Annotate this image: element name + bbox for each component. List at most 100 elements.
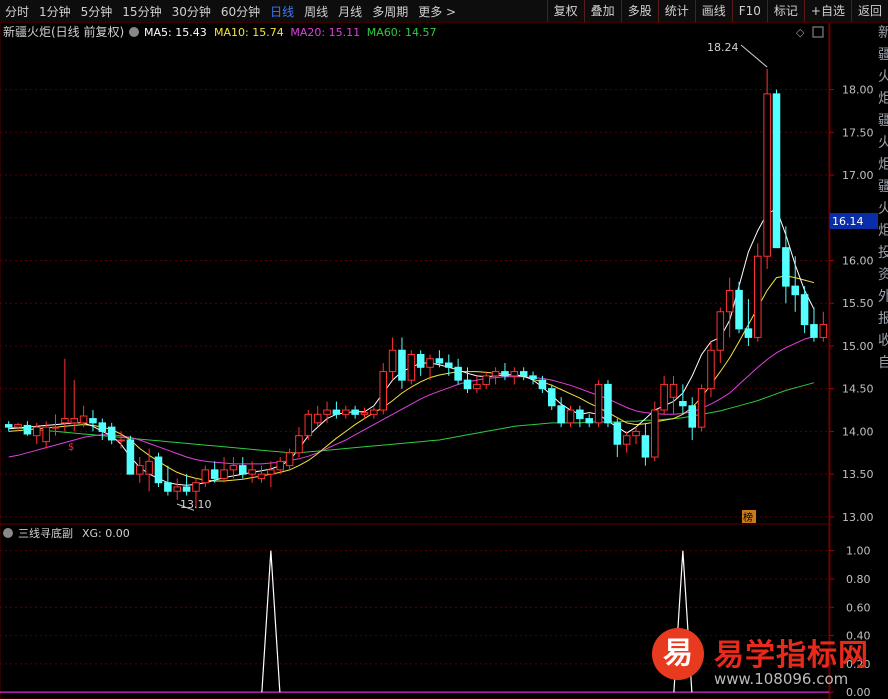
candle[interactable] bbox=[566, 409, 575, 424]
candle[interactable] bbox=[341, 409, 350, 415]
candle[interactable] bbox=[89, 418, 97, 424]
panel-toggle-icon[interactable] bbox=[812, 26, 824, 38]
candle[interactable] bbox=[173, 486, 182, 492]
candle[interactable] bbox=[725, 289, 734, 313]
candle[interactable] bbox=[276, 460, 285, 471]
candle[interactable] bbox=[744, 328, 753, 338]
candle[interactable] bbox=[547, 388, 556, 407]
candle[interactable] bbox=[267, 469, 275, 475]
candle[interactable] bbox=[323, 409, 331, 415]
candle[interactable] bbox=[519, 371, 528, 377]
candle[interactable] bbox=[791, 285, 800, 296]
period-tab-2[interactable]: 5分钟 bbox=[76, 3, 118, 20]
candle[interactable] bbox=[388, 349, 397, 373]
candle[interactable] bbox=[182, 486, 191, 492]
candle[interactable] bbox=[538, 379, 547, 390]
candle[interactable] bbox=[379, 371, 388, 411]
action-button-6[interactable]: 标记 bbox=[766, 0, 804, 22]
candle[interactable] bbox=[220, 469, 228, 479]
period-tab-0[interactable]: 分时 bbox=[0, 3, 34, 20]
candle[interactable] bbox=[660, 383, 668, 411]
candle[interactable] bbox=[501, 371, 509, 377]
chevron-down-icon[interactable] bbox=[3, 528, 13, 538]
action-button-1[interactable]: 叠加 bbox=[583, 0, 621, 22]
candle[interactable] bbox=[763, 93, 771, 257]
action-button-3[interactable]: 统计 bbox=[657, 0, 695, 22]
period-tab-7[interactable]: 周线 bbox=[299, 3, 333, 20]
rank-badge[interactable]: 榜 bbox=[743, 511, 753, 524]
action-button-5[interactable]: F10 bbox=[731, 0, 767, 22]
candle[interactable] bbox=[772, 93, 781, 249]
candle[interactable] bbox=[650, 409, 659, 458]
candle[interactable] bbox=[604, 383, 612, 424]
candle[interactable] bbox=[641, 435, 650, 458]
candle[interactable] bbox=[51, 426, 60, 429]
candle[interactable] bbox=[398, 349, 406, 381]
period-tab-1[interactable]: 1分钟 bbox=[34, 3, 76, 20]
candle[interactable] bbox=[210, 469, 219, 479]
action-button-4[interactable]: 画线 bbox=[694, 0, 732, 22]
candle[interactable] bbox=[154, 456, 163, 484]
candle[interactable] bbox=[679, 401, 687, 407]
candle[interactable] bbox=[557, 405, 565, 424]
candle[interactable] bbox=[61, 418, 69, 424]
candle[interactable] bbox=[585, 418, 594, 424]
candle[interactable] bbox=[407, 353, 416, 381]
candle[interactable] bbox=[107, 426, 116, 441]
candle[interactable] bbox=[454, 366, 462, 381]
candle[interactable] bbox=[192, 482, 200, 492]
candle[interactable] bbox=[229, 465, 238, 471]
candle[interactable] bbox=[98, 422, 107, 432]
candle[interactable] bbox=[800, 294, 809, 326]
candle[interactable] bbox=[295, 435, 303, 454]
period-tab-10[interactable]: 更多 > bbox=[413, 3, 461, 20]
candle[interactable] bbox=[510, 371, 519, 377]
candle[interactable] bbox=[14, 424, 22, 428]
period-tab-5[interactable]: 60分钟 bbox=[216, 3, 265, 20]
candle[interactable] bbox=[594, 383, 603, 424]
candle[interactable] bbox=[370, 409, 378, 415]
candle[interactable] bbox=[426, 358, 434, 368]
candle[interactable] bbox=[707, 349, 715, 390]
candle[interactable] bbox=[435, 358, 444, 364]
candle[interactable] bbox=[164, 482, 172, 492]
candle[interactable] bbox=[304, 413, 313, 437]
candle[interactable] bbox=[285, 452, 294, 467]
period-tab-4[interactable]: 30分钟 bbox=[167, 3, 216, 20]
candle[interactable] bbox=[491, 371, 500, 377]
action-button-7[interactable]: +自选 bbox=[803, 0, 851, 22]
candle[interactable] bbox=[753, 255, 762, 338]
action-button-8[interactable]: 返回 bbox=[850, 0, 888, 22]
action-button-0[interactable]: 复权 bbox=[546, 0, 584, 22]
candle[interactable] bbox=[313, 413, 322, 424]
candle[interactable] bbox=[697, 388, 706, 428]
candle[interactable] bbox=[79, 415, 88, 424]
period-tab-3[interactable]: 15分钟 bbox=[117, 3, 166, 20]
candle[interactable] bbox=[360, 412, 369, 415]
chevron-down-icon[interactable] bbox=[129, 27, 139, 37]
candle[interactable] bbox=[201, 469, 210, 484]
candle[interactable] bbox=[669, 383, 678, 398]
candle[interactable] bbox=[117, 439, 125, 442]
period-tab-6[interactable]: 日线 bbox=[265, 3, 299, 20]
candle[interactable] bbox=[351, 409, 359, 415]
candle[interactable] bbox=[126, 439, 135, 475]
candle[interactable] bbox=[416, 353, 425, 368]
stock-chart[interactable]: 13.0013.5014.0014.5015.0015.5016.0016.50… bbox=[0, 0, 888, 699]
diamond-icon[interactable]: ◇ bbox=[796, 26, 805, 39]
candle[interactable] bbox=[529, 375, 537, 379]
candle[interactable] bbox=[613, 422, 622, 445]
candle[interactable] bbox=[576, 409, 584, 420]
period-tab-9[interactable]: 多周期 bbox=[367, 3, 413, 20]
candle[interactable] bbox=[473, 383, 481, 390]
candle[interactable] bbox=[716, 311, 725, 351]
candle[interactable] bbox=[4, 424, 13, 428]
candle[interactable] bbox=[463, 379, 472, 390]
candle[interactable] bbox=[482, 375, 491, 385]
candle[interactable] bbox=[23, 424, 32, 435]
candle[interactable] bbox=[444, 362, 453, 368]
candle[interactable] bbox=[238, 465, 247, 475]
candle[interactable] bbox=[42, 426, 50, 443]
period-tab-8[interactable]: 月线 bbox=[333, 3, 367, 20]
action-button-2[interactable]: 多股 bbox=[620, 0, 658, 22]
